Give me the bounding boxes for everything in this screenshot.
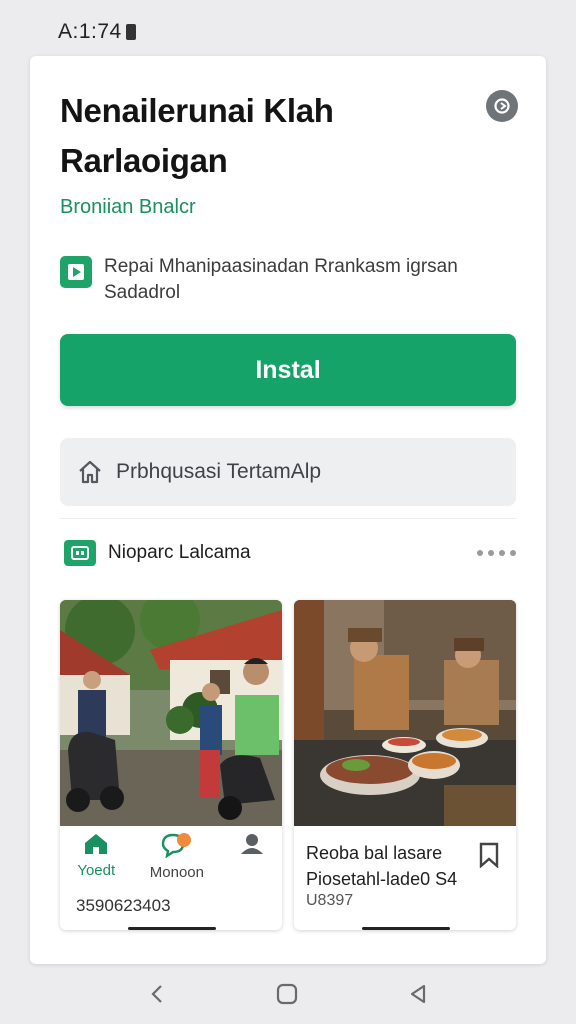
home-icon bbox=[85, 834, 108, 854]
card-number: 3590623403 bbox=[76, 896, 171, 915]
divider bbox=[60, 518, 516, 519]
play-icon bbox=[60, 256, 92, 288]
app-details-sheet: Nenailerunai Klah Rarlaoigan Broniian Bn… bbox=[30, 56, 546, 964]
status-bar: A:1:74 bbox=[0, 0, 576, 56]
developer-name[interactable]: Broniian Bnalcr bbox=[60, 196, 196, 219]
meal-photo bbox=[294, 600, 516, 826]
profile-action[interactable] bbox=[239, 832, 265, 856]
card-indicator bbox=[128, 927, 216, 930]
message-action[interactable]: Monoon bbox=[150, 832, 204, 881]
card-title: Reoba bal lasare Piosetahl-lade0 S4 bbox=[306, 843, 458, 889]
back-chevron-icon[interactable] bbox=[148, 983, 166, 1005]
section-header: Nioparc Lalcama bbox=[64, 538, 516, 568]
home-outline-icon bbox=[79, 460, 101, 484]
bookmark-icon[interactable] bbox=[478, 842, 500, 873]
status-time: A:1:74 bbox=[58, 20, 122, 43]
secondary-action-label: Prbhqusasi TertamAlp bbox=[116, 460, 322, 483]
card-actions: Yoedt Monoon bbox=[60, 832, 282, 892]
description-row: Repai Mhanipaasinadan Rrankasm igrsan Sa… bbox=[60, 254, 520, 306]
back-triangle-icon[interactable] bbox=[408, 983, 428, 1005]
battery-icon bbox=[125, 24, 136, 40]
app-title: Nenailerunai Klah Rarlaoigan bbox=[60, 92, 334, 179]
share-icon[interactable] bbox=[486, 90, 518, 122]
card-indicator bbox=[362, 927, 450, 930]
section-icon bbox=[64, 540, 96, 566]
card-subtitle: U8397 bbox=[306, 892, 354, 909]
card-meal[interactable]: Reoba bal lasare Piosetahl-lade0 S4 U839… bbox=[294, 600, 516, 930]
system-nav-bar bbox=[0, 964, 576, 1024]
home-button-icon[interactable] bbox=[276, 983, 298, 1005]
section-title: Nioparc Lalcama bbox=[108, 542, 251, 563]
home-action[interactable]: Yoedt bbox=[77, 832, 115, 879]
more-options-icon[interactable] bbox=[477, 550, 516, 556]
message-action-label: Monoon bbox=[149, 864, 204, 881]
app-description: Repai Mhanipaasinadan Rrankasm igrsan Sa… bbox=[104, 256, 458, 303]
person-icon bbox=[240, 834, 263, 854]
home-action-label: Yoedt bbox=[77, 862, 116, 879]
secondary-action-button[interactable]: Prbhqusasi TertamAlp bbox=[60, 438, 516, 506]
install-button[interactable]: Instal bbox=[60, 334, 516, 406]
card-village[interactable]: Yoedt Monoon 3590623403 bbox=[60, 600, 282, 930]
chat-icon bbox=[161, 833, 191, 858]
village-street-photo bbox=[60, 600, 282, 826]
